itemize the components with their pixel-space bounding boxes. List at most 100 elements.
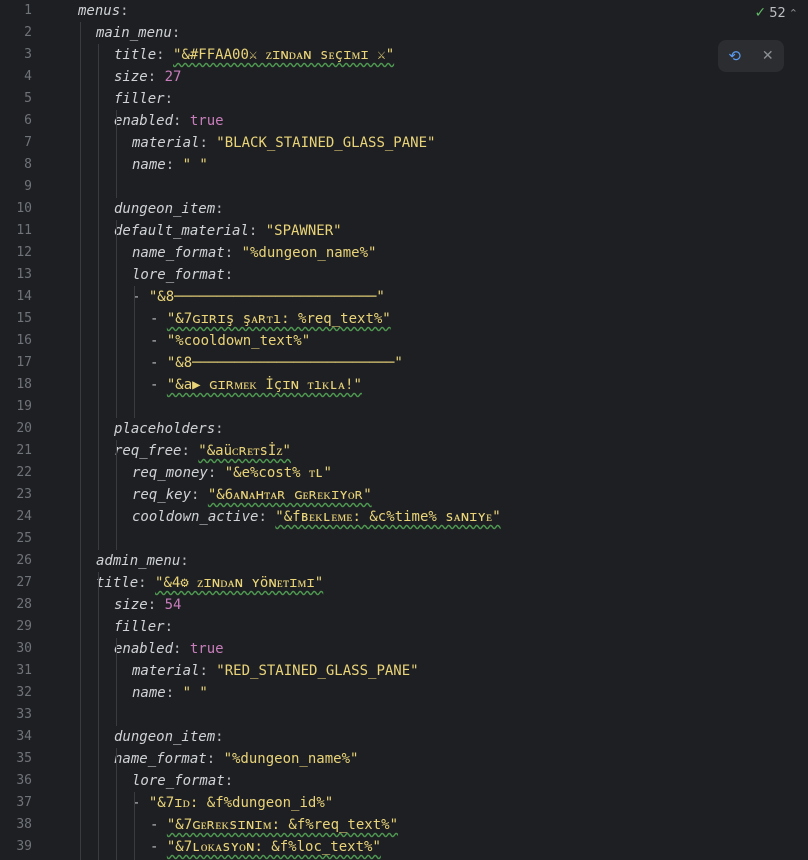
line-number: 29 [16,619,32,634]
yaml-key: name [132,157,166,173]
code-line[interactable]: dungeon_item: [114,726,224,748]
line-number: 26 [16,553,32,568]
yaml-key: material [132,663,200,679]
yaml-key: req_money [132,465,208,481]
code-line[interactable]: name_format: "%dungeon_name%" [114,748,358,770]
yaml-string: " " [182,157,208,173]
yaml-punctuation: - [150,839,167,855]
code-line[interactable]: req_key: "&6ᴀɴᴀʜᴛᴀʀ ɢᴇʀᴇᴋɪʏᴏʀ" [132,484,372,506]
indent-guide [98,44,99,550]
code-line[interactable]: enabled: true [114,638,224,660]
code-line[interactable]: cooldown_active: "&fʙᴇᴋʟᴇᴍᴇ: &c%time% ѕᴀ… [132,506,501,528]
yaml-string: "RED_STAINED_GLASS_PANE" [216,663,419,679]
check-icon: ✓ [754,5,767,21]
yaml-key: menus [78,3,121,19]
code-line[interactable]: - "&7ʟᴏᴋᴀѕʏᴏɴ: &f%loc_text%" [150,836,381,858]
yaml-string: "&7ɢɪʀɪş şᴀʀᴛı: %req_text%" [166,311,391,327]
yaml-punctuation: - [150,377,167,393]
code-line[interactable]: material: "RED_STAINED_GLASS_PANE" [132,660,419,682]
code-line[interactable]: menus: [78,0,129,22]
yaml-key: name [132,685,166,701]
yaml-punctuation: : [248,223,266,239]
yaml-punctuation: : [138,575,156,591]
indent-guide [80,22,81,860]
code-line[interactable]: size: 54 [114,594,181,616]
close-icon[interactable]: ✕ [762,48,774,64]
line-number: 5 [24,91,32,106]
yaml-punctuation: : [165,157,183,173]
yaml-punctuation: : [207,465,225,481]
code-line[interactable]: main_menu: [96,22,180,44]
code-line[interactable]: title: "&4⚙ ᴢɪɴᴅᴀɴ ʏöɴᴇᴛɪᴍɪ" [96,572,323,594]
yaml-punctuation: : [180,553,189,569]
code-line[interactable]: - "&a▶ ɢɪʀᴍᴇᴋ İçɪɴ ᴛıᴋʟᴀ!" [150,374,362,396]
code-line[interactable]: admin_menu: [96,550,189,572]
code-line[interactable]: - "&8────────────────────────" [132,286,385,308]
reload-gradle-icon[interactable]: ⟲ [728,47,741,65]
code-line[interactable]: name: " " [132,682,208,704]
code-line[interactable]: filler: [114,616,173,638]
indent-guide [98,572,99,860]
yaml-string: "BLACK_STAINED_GLASS_PANE" [216,135,436,151]
code-line[interactable]: lore_format: [132,770,233,792]
inspection-widget[interactable]: ✓ 52 ⌃ [755,4,799,22]
code-line[interactable]: name: " " [132,154,208,176]
yaml-punctuation: : [215,201,224,217]
yaml-number: 54 [164,597,182,613]
indent-guide [116,220,117,418]
line-number: 37 [16,795,32,810]
code-line[interactable]: size: 27 [114,66,181,88]
chevron-up-icon[interactable]: ⌃ [789,7,798,20]
yaml-punctuation: : [215,421,224,437]
yaml-string: "&4⚙ ᴢɪɴᴅᴀɴ ʏöɴᴇᴛɪᴍɪ" [155,575,324,591]
yaml-boolean: true [189,113,224,129]
code-line[interactable]: dungeon_item: [114,198,224,220]
yaml-string: "&#FFAA00⚔ ᴢɪɴᴅᴀɴ ѕᴇçɪᴍɪ ⚔" [173,47,395,63]
yaml-string: "&6ᴀɴᴀʜᴛᴀʀ ɢᴇʀᴇᴋɪʏᴏʀ" [207,487,372,503]
yaml-key: material [132,135,200,151]
code-line[interactable]: material: "BLACK_STAINED_GLASS_PANE" [132,132,435,154]
line-number: 39 [16,839,32,854]
yaml-key: title [114,47,157,63]
yaml-key: req_free [114,443,182,459]
code-line[interactable]: lore_format: [132,264,233,286]
yaml-string: "&a▶ ɢɪʀᴍᴇᴋ İçɪɴ ᴛıᴋʟᴀ!" [166,377,362,393]
yaml-punctuation: : [164,619,174,635]
code-line[interactable]: req_free: "&aüᴄʀᴇᴛѕİᴢ" [114,440,291,462]
code-line[interactable]: - "&7ɪᴅ: &f%dungeon_id%" [132,792,333,814]
line-number: 35 [16,751,32,766]
indent-guide [116,748,117,860]
yaml-punctuation: : [164,91,174,107]
yaml-punctuation: : [258,509,276,525]
yaml-string: " " [182,685,208,701]
yaml-key: enabled [114,641,174,657]
code-line[interactable]: filler: [114,88,173,110]
line-number: 8 [24,157,32,172]
yaml-key: cooldown_active [132,509,259,525]
line-number: 31 [16,663,32,678]
code-line[interactable]: - "&7ɢᴇʀᴇᴋѕɪɴɪᴍ: &f%req_text%" [150,814,398,836]
yaml-punctuation: - [150,817,167,833]
code-line[interactable]: title: "&#FFAA00⚔ ᴢɪɴᴅᴀɴ ѕᴇçɪᴍɪ ⚔" [114,44,394,66]
yaml-string: "%dungeon_name%" [241,245,377,261]
yaml-punctuation: : [156,47,174,63]
code-line[interactable]: default_material: "SPAWNER" [114,220,342,242]
yaml-punctuation: - [150,355,167,371]
yaml-punctuation: : [199,135,217,151]
yaml-string: "%dungeon_name%" [223,751,359,767]
code-line[interactable]: req_money: "&e%cost% ᴛʟ" [132,462,332,484]
line-number: 24 [16,509,32,524]
code-line[interactable]: - "%cooldown_text%" [150,330,310,352]
code-line[interactable]: placeholders: [114,418,224,440]
yaml-string: "&7ɪᴅ: &f%dungeon_id%" [148,795,334,811]
code-line[interactable]: - "&8────────────────────────" [150,352,403,374]
line-number: 32 [16,685,32,700]
yaml-number: 27 [164,69,182,85]
code-line[interactable]: - "&7ɢɪʀɪş şᴀʀᴛı: %req_text%" [150,308,391,330]
yaml-punctuation: : [224,267,234,283]
line-number: 21 [16,443,32,458]
code-line[interactable]: enabled: true [114,110,224,132]
code-line[interactable]: name_format: "%dungeon_name%" [132,242,376,264]
line-number: 11 [16,223,32,238]
yaml-string: "&fʙᴇᴋʟᴇᴍᴇ: &c%time% ѕᴀɴɪʏᴇ" [275,509,501,525]
